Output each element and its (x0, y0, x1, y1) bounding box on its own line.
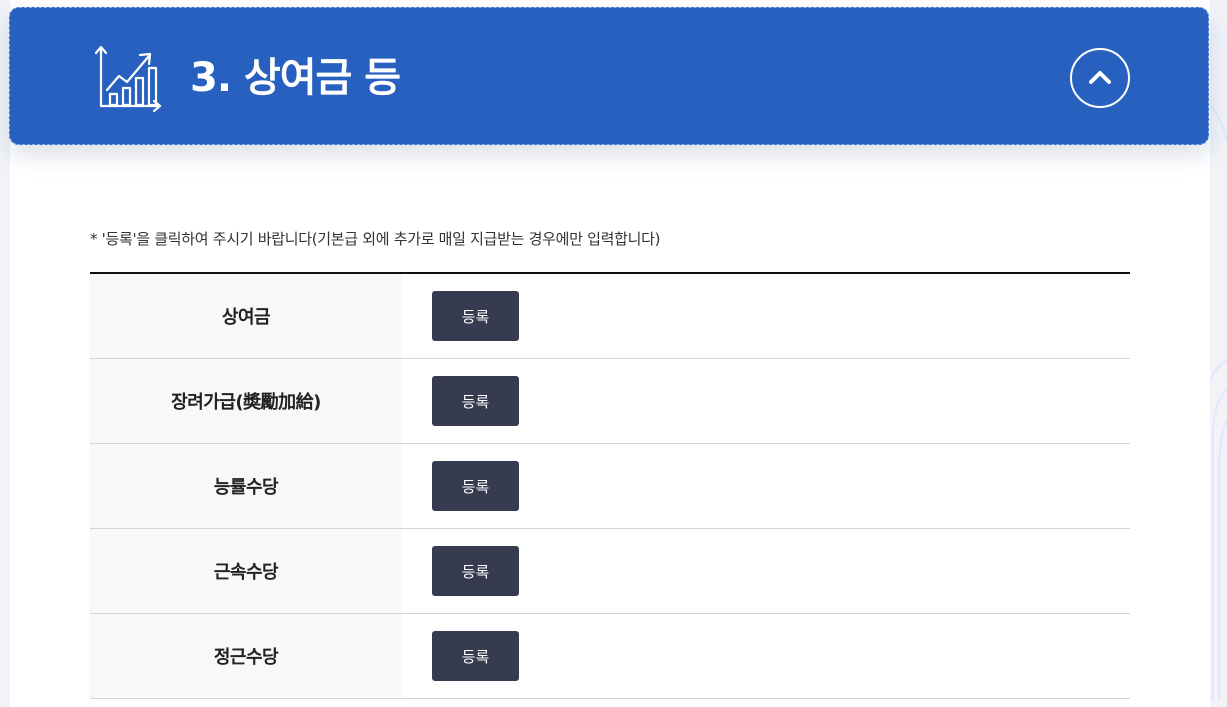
register-button[interactable]: 등록 (432, 291, 519, 341)
row-action-cell: 등록 (402, 529, 1130, 613)
instruction-text: * '등록'을 클릭하여 주시기 바랍니다(기본급 외에 추가로 매일 지급받는… (90, 230, 661, 248)
row-label: 정근수당 (90, 614, 402, 698)
row-label: 능률수당 (90, 444, 402, 528)
row-action-cell: 등록 (402, 359, 1130, 443)
row-action-cell: 등록 (402, 614, 1130, 698)
collapse-button[interactable] (1070, 48, 1130, 108)
register-button[interactable]: 등록 (432, 461, 519, 511)
row-label: 장려가급(奬勵加給) (90, 359, 402, 443)
table-row: 능률수당 등록 (90, 444, 1130, 529)
section-title: 3. 상여금 등 (190, 55, 401, 101)
section-header[interactable]: 3. 상여금 등 (9, 7, 1209, 145)
row-label: 근속수당 (90, 529, 402, 613)
row-action-cell: 등록 (402, 444, 1130, 528)
page: 3. 상여금 등 * '등록'을 클릭하여 주시기 바랍니다(기본급 외에 추가… (0, 0, 1227, 707)
table-row: 상여금 등록 (90, 274, 1130, 359)
chevron-up-icon (1089, 71, 1111, 84)
chart-growth-icon (94, 45, 162, 113)
register-button[interactable]: 등록 (432, 546, 519, 596)
allowance-table: 상여금 등록 장려가급(奬勵加給) 등록 능률수당 등록 근속수당 등록 정근수… (90, 272, 1130, 699)
table-row: 장려가급(奬勵加給) 등록 (90, 359, 1130, 444)
table-row: 근속수당 등록 (90, 529, 1130, 614)
row-label: 상여금 (90, 274, 402, 358)
table-row: 정근수당 등록 (90, 614, 1130, 699)
register-button[interactable]: 등록 (432, 631, 519, 681)
register-button[interactable]: 등록 (432, 376, 519, 426)
row-action-cell: 등록 (402, 274, 1130, 358)
